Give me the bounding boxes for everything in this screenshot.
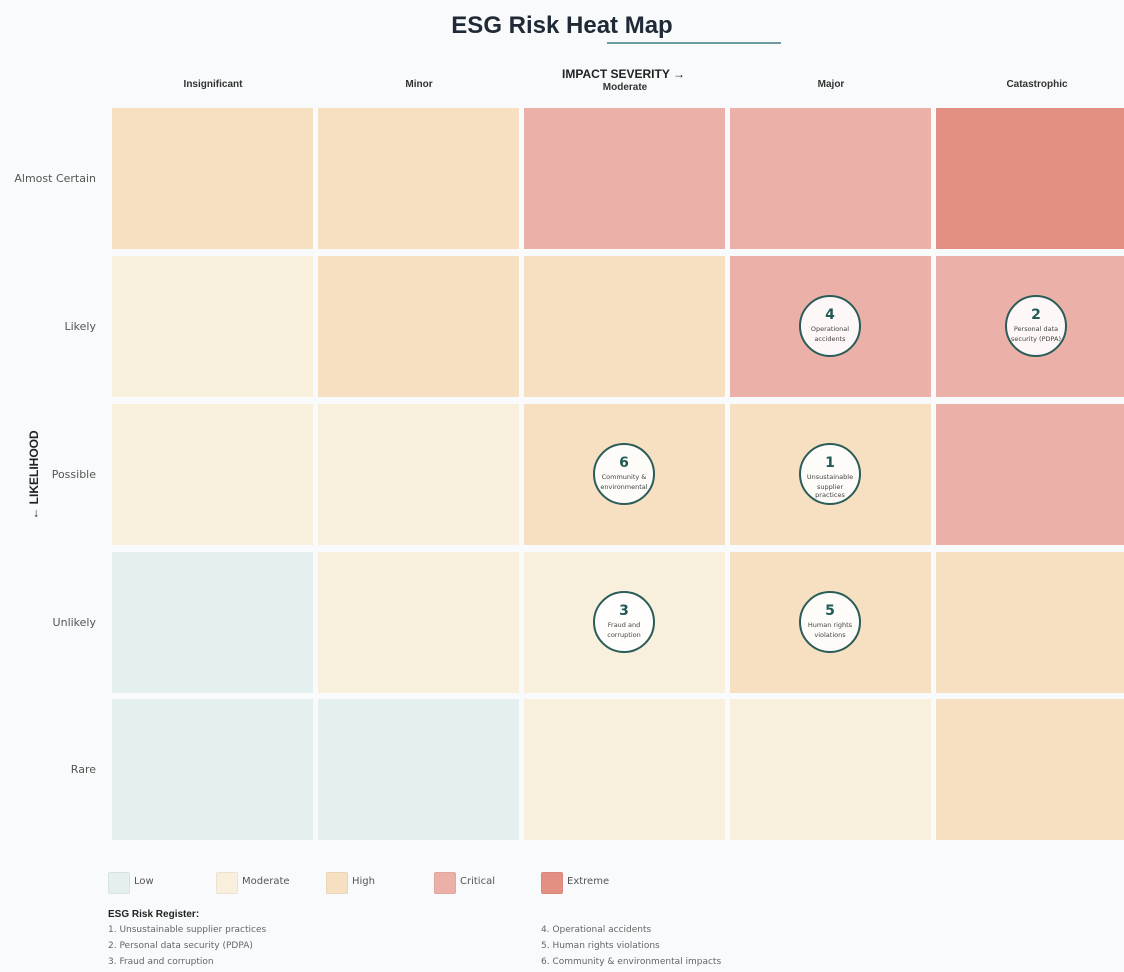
row-label: Unlikely [52, 616, 96, 629]
heatmap-cell [112, 256, 313, 397]
legend-swatch [326, 872, 348, 894]
register-item: 4. Operational accidents [541, 925, 652, 935]
heatmap-cell [318, 552, 519, 693]
register-item: 3. Fraud and corruption [108, 957, 214, 967]
heatmap-cell [936, 108, 1124, 249]
heatmap-cell [936, 699, 1124, 840]
heatmap-cell [730, 108, 931, 249]
risk-marker[interactable]: 6 Community & environmental [593, 443, 655, 505]
risk-marker-label: corruption [607, 631, 641, 639]
risk-number: 2 [1031, 307, 1041, 323]
risk-number: 6 [619, 455, 629, 471]
legend-swatch [541, 872, 563, 894]
row-label: Likely [64, 320, 97, 333]
register-item: 5. Human rights violations [541, 941, 660, 951]
heatmap-cell [112, 404, 313, 545]
risk-marker-label: environmental [600, 483, 648, 491]
column-label: Catastrophic [1006, 79, 1068, 90]
risk-marker-label: Fraud and [607, 621, 641, 629]
title-underline [607, 42, 781, 44]
risk-marker-label: Personal data [1013, 325, 1059, 333]
risk-marker[interactable]: 3 Fraud and corruption [593, 591, 655, 653]
legend-label: High [352, 876, 375, 887]
legend-swatch [108, 872, 130, 894]
chart-title: ESG Risk Heat Map [451, 12, 673, 39]
risk-number: 3 [619, 603, 629, 619]
column-label: Moderate [602, 82, 648, 93]
risk-marker[interactable]: 5 Human rights violations [799, 591, 861, 653]
risk-marker[interactable]: 2 Personal data security (PDPA) [1005, 295, 1067, 357]
register-item: 6. Community & environmental impacts [541, 957, 722, 967]
register-title: ESG Risk Register: [108, 909, 200, 920]
row-label: Possible [51, 468, 96, 481]
heatmap-cell [730, 699, 931, 840]
risk-number: 5 [825, 603, 835, 619]
legend-swatch [216, 872, 238, 894]
heatmap-cell [524, 699, 725, 840]
legend-label: Extreme [567, 876, 610, 887]
row-label: Almost Certain [14, 172, 96, 185]
column-label: Minor [405, 79, 433, 90]
risk-marker-label: supplier practices [815, 483, 845, 499]
heatmap-cell [112, 699, 313, 840]
x-axis-title: IMPACT SEVERITY → [562, 67, 685, 81]
risk-number: 1 [825, 455, 835, 471]
legend-label: Low [134, 876, 154, 887]
risk-number: 4 [825, 307, 835, 323]
risk-marker-label: Operational [810, 325, 850, 333]
column-label: Insignificant [183, 79, 243, 90]
heatmap-cell [112, 552, 313, 693]
risk-marker-label: Unsustainable [806, 473, 854, 481]
heatmap-cell [936, 552, 1124, 693]
risk-marker-label: accidents [814, 335, 846, 343]
row-label: Rare [70, 763, 96, 776]
legend-label: Critical [460, 876, 495, 887]
risk-marker[interactable]: 4 Operational accidents [799, 295, 861, 357]
register-item: 1. Unsustainable supplier practices [108, 925, 267, 935]
legend-swatch [434, 872, 456, 894]
legend-label: Moderate [242, 876, 290, 887]
risk-marker-label: security (PDPA) [1011, 335, 1061, 343]
heatmap-cell [318, 699, 519, 840]
risk-marker-label: Community & [601, 473, 647, 481]
heatmap-cell [524, 108, 725, 249]
column-label: Major [817, 79, 845, 90]
risk-marker-label: violations [814, 631, 846, 639]
heatmap-cell [318, 108, 519, 249]
register-item: 2. Personal data security (PDPA) [108, 941, 253, 951]
heatmap-cell [112, 108, 313, 249]
heatmap-cell [318, 404, 519, 545]
heatmap-cell [524, 256, 725, 397]
risk-marker-label: Human rights [807, 621, 853, 629]
risk-marker[interactable]: 1 Unsustainable supplier practices [799, 443, 861, 505]
heatmap-cell [318, 256, 519, 397]
heatmap-cell [936, 404, 1124, 545]
